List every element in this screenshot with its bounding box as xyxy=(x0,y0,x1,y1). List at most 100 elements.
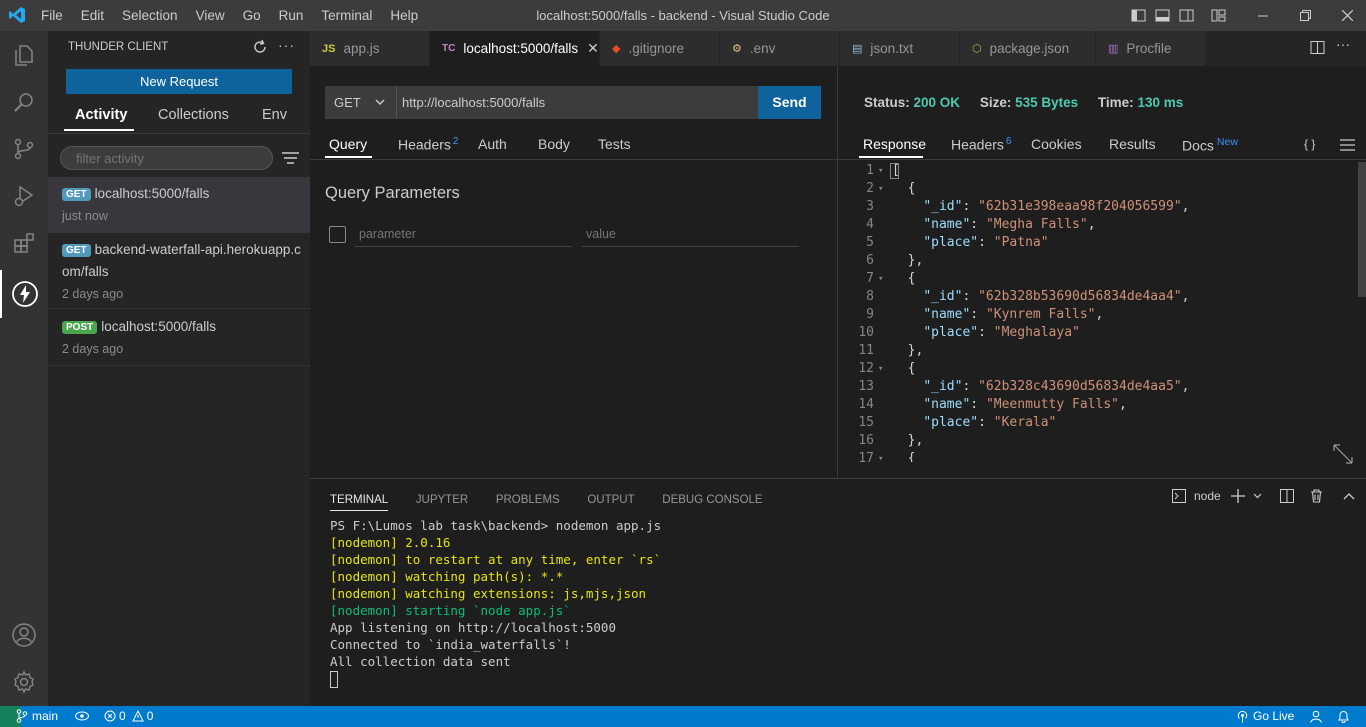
minimize-button[interactable] xyxy=(1242,0,1284,31)
tab-procfile[interactable]: ▥ Procfile xyxy=(1096,31,1206,66)
code-text: "name": "Meenmutty Falls", xyxy=(923,397,1127,412)
tab-package-json[interactable]: ⬡ package.json xyxy=(960,31,1096,66)
fold-chevron-icon[interactable]: ▾ xyxy=(878,360,883,378)
url-input[interactable]: http://localhost:5000/falls xyxy=(396,86,758,119)
tab-thunder-request[interactable]: TC localhost:5000/falls ✕ xyxy=(430,31,600,66)
accounts-status-button[interactable] xyxy=(1309,710,1323,726)
menu-edit[interactable]: Edit xyxy=(72,0,113,31)
response-body[interactable]: 1 ▾[2 ▾ {3 "_id": "62b31e398eaa98f20405659… xyxy=(838,162,1358,462)
terminal-output[interactable]: PS F:\Lumos lab task\backend> nodemon ap… xyxy=(330,517,1350,702)
sync-button[interactable] xyxy=(74,710,90,725)
menu-run[interactable]: Run xyxy=(270,0,313,31)
close-window-button[interactable] xyxy=(1326,0,1366,31)
explorer-button[interactable] xyxy=(0,31,48,79)
tab-cookies[interactable]: Cookies xyxy=(1031,136,1082,152)
toggle-secondary-sidebar-icon[interactable] xyxy=(1179,8,1194,23)
filter-activity-input[interactable] xyxy=(60,146,273,170)
method-select[interactable]: GET xyxy=(325,86,396,119)
split-terminal-icon[interactable] xyxy=(1279,489,1294,503)
tab-collections[interactable]: Collections xyxy=(158,107,229,123)
extensions-button[interactable] xyxy=(0,219,48,267)
menu-selection[interactable]: Selection xyxy=(113,0,187,31)
send-button[interactable]: Send xyxy=(758,86,821,119)
tab-env[interactable]: Env xyxy=(262,107,287,123)
tab-auth[interactable]: Auth xyxy=(478,136,507,152)
expand-response-button[interactable] xyxy=(1333,444,1353,467)
code-text: "_id": "62b31e398eaa98f204056599", xyxy=(923,199,1190,214)
filter-menu-button[interactable] xyxy=(282,151,299,168)
terminal-line: [nodemon] watching extensions: js,mjs,js… xyxy=(330,586,647,601)
search-button[interactable] xyxy=(0,78,48,126)
tab-results[interactable]: Results xyxy=(1109,136,1156,152)
code-text: { xyxy=(892,181,916,196)
go-live-button[interactable]: Go Live xyxy=(1236,709,1294,723)
split-editor-button[interactable] xyxy=(1310,40,1325,58)
plus-icon[interactable] xyxy=(1230,489,1245,503)
source-control-button[interactable] xyxy=(0,125,48,173)
more-tab-actions-icon[interactable]: ··· xyxy=(1336,36,1350,52)
tab-problems[interactable]: PROBLEMS xyxy=(496,494,560,510)
chevron-down-icon[interactable] xyxy=(1253,493,1262,499)
js-file-icon: JS xyxy=(322,42,336,55)
close-tab-icon[interactable]: ✕ xyxy=(587,40,599,57)
manage-button[interactable] xyxy=(0,658,48,706)
menu-file[interactable]: File xyxy=(32,0,72,31)
accounts-button[interactable] xyxy=(0,611,48,659)
menu-help[interactable]: Help xyxy=(381,0,427,31)
tab-activity[interactable]: Activity xyxy=(75,107,127,123)
run-debug-button[interactable] xyxy=(0,172,48,220)
restore-button[interactable] xyxy=(1284,0,1326,31)
menu-view[interactable]: View xyxy=(187,0,234,31)
parameter-input[interactable] xyxy=(355,221,572,247)
tab-response[interactable]: Response xyxy=(863,136,926,152)
code-text: "name": "Kynrem Falls", xyxy=(923,307,1104,322)
line-number: 1 xyxy=(866,163,874,178)
menu-go[interactable]: Go xyxy=(234,0,270,31)
menu-terminal[interactable]: Terminal xyxy=(312,0,381,31)
tab-tests[interactable]: Tests xyxy=(598,136,631,152)
fold-chevron-icon[interactable]: ▾ xyxy=(878,180,883,198)
fold-chevron-icon[interactable]: ▾ xyxy=(878,270,883,288)
response-scrollbar[interactable] xyxy=(1358,162,1366,297)
branch-indicator[interactable]: main xyxy=(16,709,58,723)
fold-chevron-icon[interactable]: ▾ xyxy=(878,450,883,462)
trash-icon[interactable] xyxy=(1310,489,1323,503)
tab-headers[interactable]: Headers 2 xyxy=(398,136,458,153)
thunder-client-button[interactable] xyxy=(0,270,48,318)
tab-env[interactable]: ⚙ .env xyxy=(720,31,840,66)
response-menu-button[interactable] xyxy=(1340,139,1355,154)
tab-json-txt[interactable]: ▤ json.txt xyxy=(840,31,960,66)
tab-body[interactable]: Body xyxy=(538,136,570,152)
notifications-button[interactable] xyxy=(1337,710,1350,726)
history-item[interactable]: GET localhost:5000/falls just now xyxy=(48,177,310,233)
source-control-icon xyxy=(14,138,34,160)
refresh-button[interactable] xyxy=(252,39,268,58)
tab-output[interactable]: OUTPUT xyxy=(587,494,634,510)
fold-chevron-icon[interactable]: ▾ xyxy=(878,162,883,180)
value-input[interactable] xyxy=(582,221,799,247)
size-value: 535 Bytes xyxy=(1015,95,1079,110)
new-request-button[interactable]: New Request xyxy=(66,69,292,94)
history-item[interactable]: POST localhost:5000/falls 2 days ago xyxy=(48,310,310,366)
customize-layout-icon[interactable] xyxy=(1211,8,1226,23)
history-item[interactable]: GET backend-waterfall-api.herokuapp.c om/… xyxy=(48,233,310,309)
param-checkbox[interactable] xyxy=(329,226,346,243)
tab-response-headers[interactable]: Headers 6 xyxy=(951,136,1011,153)
tab-docs[interactable]: Docs New xyxy=(1182,136,1238,154)
tab-terminal[interactable]: TERMINAL xyxy=(330,494,389,511)
toggle-panel-icon[interactable] xyxy=(1155,8,1170,23)
toggle-sidebar-icon[interactable] xyxy=(1131,8,1146,23)
shell-name[interactable]: node xyxy=(1194,489,1221,503)
tab-gitignore[interactable]: ◆ .gitignore xyxy=(600,31,720,66)
tab-query[interactable]: Query xyxy=(329,136,367,152)
more-actions-icon[interactable]: ··· xyxy=(278,37,295,53)
tab-app-js[interactable]: JS app.js xyxy=(310,31,430,66)
problems-indicator[interactable]: 0 0 xyxy=(104,709,153,723)
chevron-up-icon[interactable] xyxy=(1343,492,1355,500)
terminal-line: Connected to `india_waterfalls`! xyxy=(330,637,571,652)
tab-jupyter[interactable]: JUPYTER xyxy=(416,494,468,510)
format-braces-button[interactable]: { } xyxy=(1304,137,1315,151)
tab-debug-console[interactable]: DEBUG CONSOLE xyxy=(662,494,762,510)
tab-label: .env xyxy=(749,41,776,56)
method-value: GET xyxy=(334,95,361,110)
